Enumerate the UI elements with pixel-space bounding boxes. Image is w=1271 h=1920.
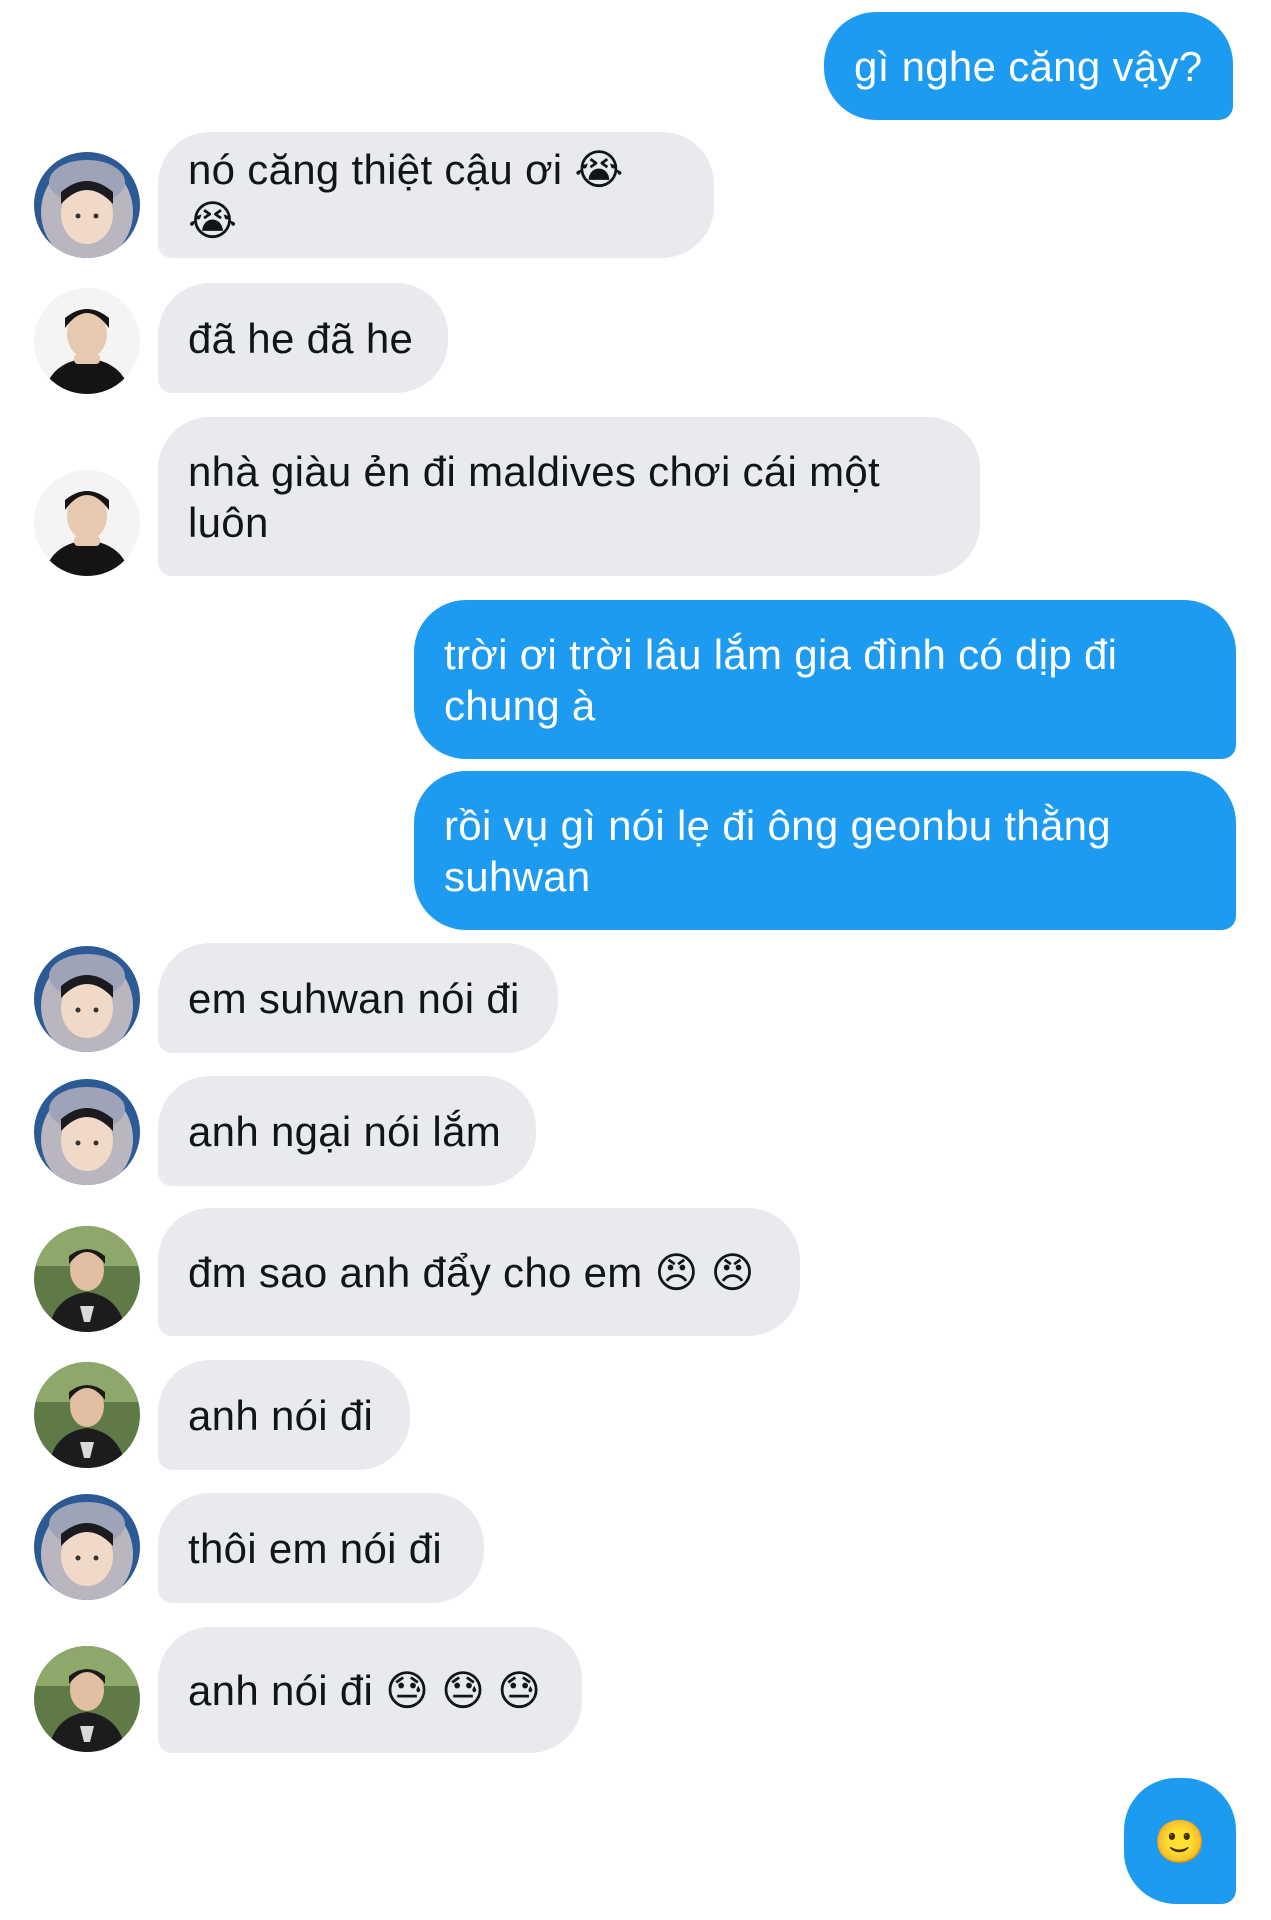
incoming-message[interactable]: đm sao anh đẩy cho em 😠 😠 [158,1208,800,1336]
message-text: em suhwan nói đi [188,974,520,1022]
message-text: trời ơi trời lâu lắm gia đình có dịp đi … [444,630,1130,729]
hooded-user-avatar[interactable] [34,1494,140,1600]
message-text: nó căng thiệt cậu ơi 😭 😭 [188,146,636,244]
dark-shirt-user-avatar[interactable] [34,470,140,576]
jersey-user-avatar[interactable] [34,1226,140,1332]
incoming-message[interactable]: thôi em nói đi [158,1493,484,1603]
outgoing-message[interactable]: 🙂 [1124,1778,1236,1904]
incoming-message[interactable]: anh nói đi [158,1360,410,1470]
outgoing-message[interactable]: gì nghe căng vậy? [824,12,1233,120]
hooded-user-avatar[interactable] [34,1079,140,1185]
incoming-message[interactable]: anh nói đi 😓 😓 😓 [158,1627,582,1753]
outgoing-message[interactable]: rồi vụ gì nói lẹ đi ông geonbu thằng suh… [414,771,1236,930]
incoming-message[interactable]: đã he đã he [158,283,448,393]
conversation-thread: gì nghe căng vậy? nó căng thiệt cậu ơi 😭… [0,0,1271,1920]
incoming-message[interactable]: nhà giàu ẻn đi maldives chơi cái một luô… [158,417,980,576]
jersey-user-avatar[interactable] [34,1362,140,1468]
hooded-user-avatar[interactable] [34,946,140,1052]
hooded-user-avatar[interactable] [34,152,140,258]
jersey-user-avatar[interactable] [34,1646,140,1752]
message-text: 🙂 [1153,1817,1207,1865]
message-text: gì nghe căng vậy? [854,42,1203,90]
message-text: anh nói đi [188,1391,374,1439]
incoming-message[interactable]: nó căng thiệt cậu ơi 😭 😭 [158,132,714,258]
message-text: anh ngại nói lắm [188,1107,502,1155]
message-text: nhà giàu ẻn đi maldives chơi cái một luô… [188,447,893,546]
message-text: thôi em nói đi [188,1524,443,1572]
message-text: đã he đã he [188,314,414,362]
message-text: rồi vụ gì nói lẹ đi ông geonbu thằng suh… [444,801,1123,900]
incoming-message[interactable]: anh ngại nói lắm [158,1076,536,1186]
incoming-message[interactable]: em suhwan nói đi [158,943,558,1053]
dark-shirt-user-avatar[interactable] [34,288,140,394]
outgoing-message[interactable]: trời ơi trời lâu lắm gia đình có dịp đi … [414,600,1236,759]
message-text: anh nói đi 😓 😓 😓 [188,1666,542,1714]
message-text: đm sao anh đẩy cho em 😠 😠 [188,1248,755,1296]
